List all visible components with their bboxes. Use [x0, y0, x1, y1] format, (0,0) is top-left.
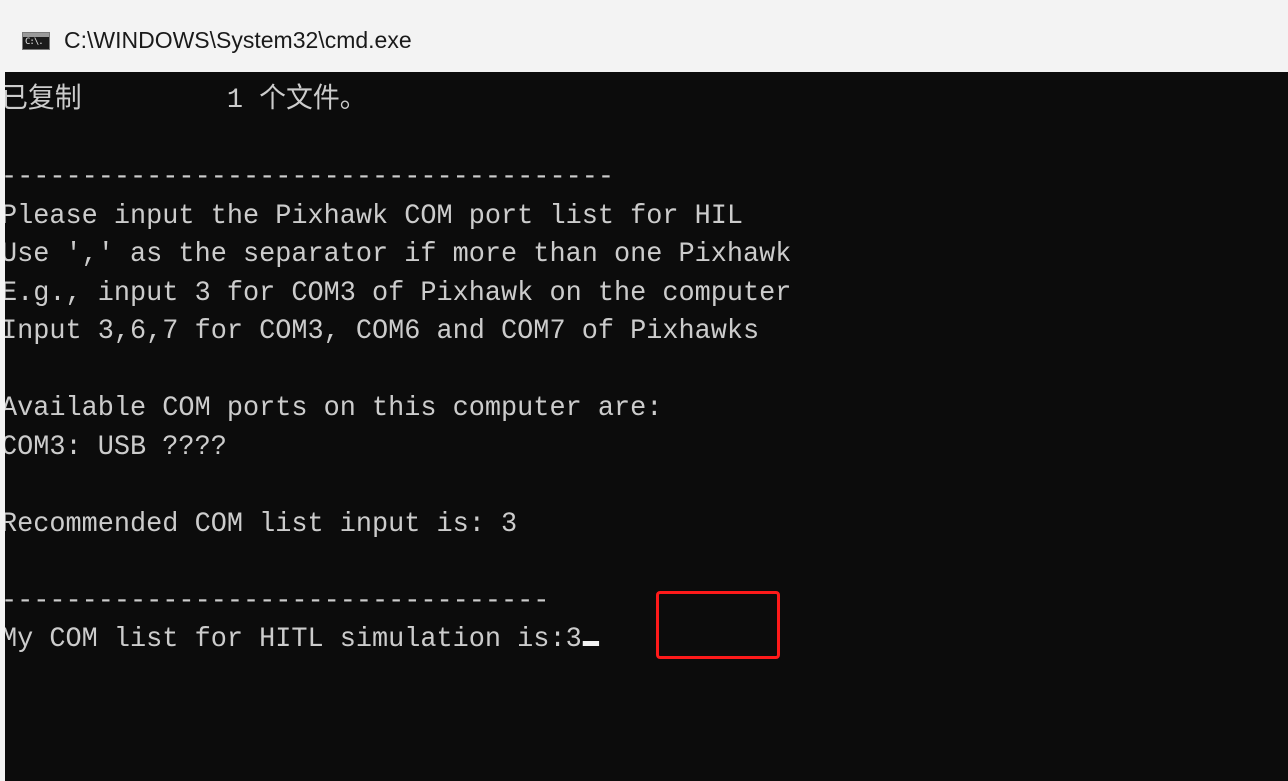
- console-line-separator: --------------------------------------: [5, 162, 614, 193]
- console-line-blank: [5, 121, 791, 160]
- console-lines: 已复制 1 个文件。 -----------------------------…: [5, 82, 824, 660]
- console-line-instruction: Use ',' as the separator if more than on…: [5, 239, 792, 270]
- console-output-area[interactable]: 已复制 1 个文件。 -----------------------------…: [5, 72, 1288, 781]
- title-bar[interactable]: C:\. C:\WINDOWS\System32\cmd.exe: [0, 0, 1288, 72]
- text-cursor: [582, 641, 600, 646]
- console-line-blank: [5, 467, 791, 506]
- console-line-com-port: COM3: USB ????: [5, 431, 227, 463]
- console-line-instruction: Input 3,6,7 for COM3, COM6 and COM7 of P…: [5, 316, 760, 347]
- cmd-icon-glyph: C:\.: [25, 37, 44, 47]
- console-prompt-line[interactable]: My COM list for HITL simulation is:3: [5, 621, 791, 660]
- console-line-blank: [5, 544, 791, 583]
- console-line-blank: [5, 352, 791, 391]
- cmd-window: C:\. C:\WINDOWS\System32\cmd.exe 已复制 1 个…: [0, 0, 1288, 781]
- console-line-copied: 已复制 1 个文件。: [5, 85, 367, 116]
- console-line-separator: ----------------------------------: [5, 585, 550, 617]
- cmd-console-icon: C:\.: [22, 32, 50, 50]
- console-line-instruction: E.g., input 3 for COM3 of Pixhawk on the…: [5, 277, 792, 309]
- window-title: C:\WINDOWS\System32\cmd.exe: [64, 27, 412, 53]
- prompt-text: My COM list for HITL simulation is:: [5, 624, 566, 655]
- console-line-recommended: Recommended COM list input is: 3: [5, 508, 518, 540]
- console-line-instruction: Please input the Pixhawk COM port list f…: [5, 200, 744, 232]
- prompt-input-value[interactable]: 3: [566, 624, 582, 655]
- console-line-available-ports-header: Available COM ports on this computer are…: [5, 393, 663, 424]
